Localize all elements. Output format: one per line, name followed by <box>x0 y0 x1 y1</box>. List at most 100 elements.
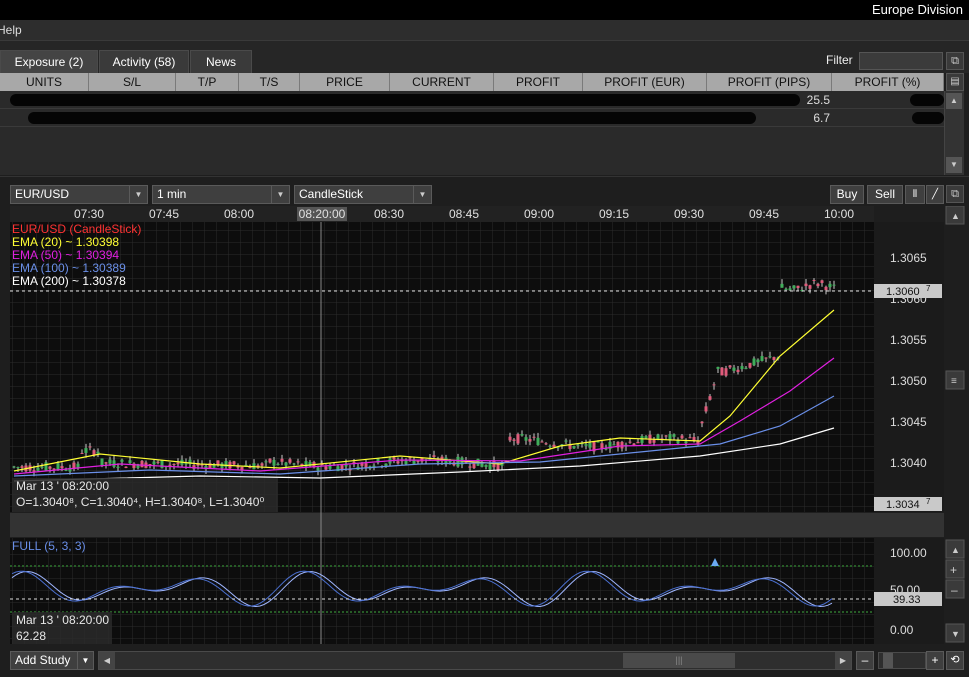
candle-body <box>152 461 156 465</box>
undock-panel-icon[interactable]: ⧉ <box>946 52 964 70</box>
candle-body <box>88 446 92 448</box>
time-zoom-in-button[interactable]: + <box>926 651 944 670</box>
time-scrollbar[interactable]: ◀ ||| ▶ <box>98 651 852 670</box>
time-zoom-out-button[interactable]: – <box>856 651 874 670</box>
time-axis <box>10 206 874 222</box>
add-study-button[interactable]: Add Study ▼ <box>10 651 94 670</box>
candle-body <box>436 461 440 463</box>
column-header-units[interactable]: UNITS <box>0 73 89 91</box>
price-chart[interactable]: 07:30 07:45 08:00 08:20:00 08:30 08:45 09:00 09… <box>0 205 969 647</box>
candle-body <box>384 463 388 466</box>
interval-select[interactable]: 1 min ▼ <box>152 185 290 204</box>
chart-area[interactable]: 07:30 07:45 08:00 08:20:00 08:30 08:45 09:00 09… <box>0 205 969 647</box>
column-header-profit[interactable]: PROFIT <box>494 73 583 91</box>
redacted-bar <box>912 112 944 124</box>
candle-body <box>828 283 832 288</box>
candle-body <box>692 436 696 441</box>
legend-entry: EMA (100) ~ 1.30389 <box>12 261 126 275</box>
candle-body <box>524 437 528 441</box>
candle-body <box>200 464 204 466</box>
candle-body <box>820 280 824 284</box>
candle-body <box>220 463 224 469</box>
scroll-up-icon[interactable]: ▲ <box>946 93 962 109</box>
candle-body <box>708 396 712 400</box>
candle-body <box>84 448 88 453</box>
candle-body <box>528 438 532 442</box>
tab-exposure[interactable]: Exposure (2) <box>0 50 98 73</box>
time-zoom-slider[interactable] <box>878 652 926 669</box>
candle-body <box>672 434 676 437</box>
candle-body <box>324 466 328 470</box>
candle-body <box>48 466 52 469</box>
candle-body <box>796 285 800 289</box>
candle-body <box>328 466 332 469</box>
positions-grid-body: 25.5 6.7 <box>0 91 944 175</box>
candle-body <box>296 461 300 463</box>
candle-body <box>16 467 20 469</box>
candle-body <box>536 437 540 446</box>
scroll-right-icon[interactable]: ▶ <box>835 652 851 669</box>
candle-body <box>156 461 160 463</box>
candle-body <box>816 283 820 287</box>
chart-toolbar: EUR/USD ▼ 1 min ▼ CandleStick ▼ Buy Sell… <box>0 176 969 206</box>
osc-current-label: 39.33 <box>893 594 921 606</box>
positions-grid-header: UNITS S/L T/P T/S PRICE CURRENT PROFIT P… <box>0 73 944 91</box>
candle-body <box>700 421 704 424</box>
splitter-glyph: ≡ <box>951 376 957 387</box>
profit-pips-cell: 25.5 <box>806 93 830 107</box>
column-header-sl[interactable]: S/L <box>89 73 176 91</box>
buy-button[interactable]: Buy <box>830 185 864 204</box>
column-header-profit-pips[interactable]: PROFIT (PIPS) <box>707 73 832 91</box>
column-chooser-icon[interactable]: ▤ <box>946 73 964 91</box>
candle-body <box>752 358 756 366</box>
column-header-ts[interactable]: T/S <box>239 73 300 91</box>
candle-body <box>508 436 512 441</box>
table-row[interactable]: 25.5 <box>0 91 944 109</box>
sell-button[interactable]: Sell <box>867 185 903 204</box>
candle-body <box>60 466 64 469</box>
draw-line-icon[interactable]: ╱ <box>926 185 944 204</box>
candle-body <box>216 460 220 465</box>
scroll-left-icon[interactable]: ◀ <box>99 652 115 669</box>
grid-scrollbar[interactable]: ▲ ▼ <box>944 91 964 175</box>
time-tick-label: 09:30 <box>674 207 704 221</box>
candle-body <box>832 284 836 286</box>
time-tick-label: 09:00 <box>524 207 554 221</box>
candle-body <box>600 443 604 449</box>
column-header-profit-eur[interactable]: PROFIT (EUR) <box>583 73 707 91</box>
chart-type-select[interactable]: CandleStick ▼ <box>294 185 432 204</box>
column-header-price[interactable]: PRICE <box>300 73 390 91</box>
tab-news[interactable]: News <box>190 50 252 73</box>
candle-body <box>172 463 176 465</box>
menu-item-help[interactable]: Help <box>0 23 22 37</box>
candle-body <box>544 443 548 445</box>
osc-info-value: 62.28 <box>16 629 46 643</box>
scroll-thumb[interactable]: ||| <box>623 653 735 668</box>
candle-body <box>36 467 40 471</box>
time-tick-label: 08:00 <box>224 207 254 221</box>
info-date: Mar 13 ' 08:20:00 <box>16 479 109 493</box>
bar-style-icon[interactable]: ⫴ <box>905 185 925 204</box>
filter-input[interactable] <box>859 52 943 70</box>
candle-body <box>456 456 460 467</box>
candle-body <box>284 462 288 466</box>
candle-body <box>280 458 284 462</box>
price-tick-label: 1.3065 <box>890 251 927 265</box>
zoom-slider-thumb[interactable] <box>883 653 893 668</box>
candle-body <box>716 366 720 369</box>
scroll-down-icon[interactable]: ▼ <box>946 157 962 173</box>
redacted-bar <box>10 94 800 106</box>
candle-body <box>612 444 616 446</box>
table-row[interactable]: 6.7 <box>0 109 944 127</box>
tab-activity[interactable]: Activity (58) <box>99 50 189 73</box>
main-plot-grid <box>10 222 874 512</box>
refresh-icon[interactable]: ⟲ <box>946 651 964 670</box>
column-header-current[interactable]: CURRENT <box>390 73 494 91</box>
candle-body <box>116 466 120 468</box>
column-header-profit-percent[interactable]: PROFIT (%) <box>832 73 944 91</box>
candle-body <box>748 363 752 368</box>
candle-body <box>468 466 472 468</box>
instrument-select[interactable]: EUR/USD ▼ <box>10 185 148 204</box>
undock-chart-icon[interactable]: ⧉ <box>946 185 964 203</box>
column-header-tp[interactable]: T/P <box>176 73 239 91</box>
